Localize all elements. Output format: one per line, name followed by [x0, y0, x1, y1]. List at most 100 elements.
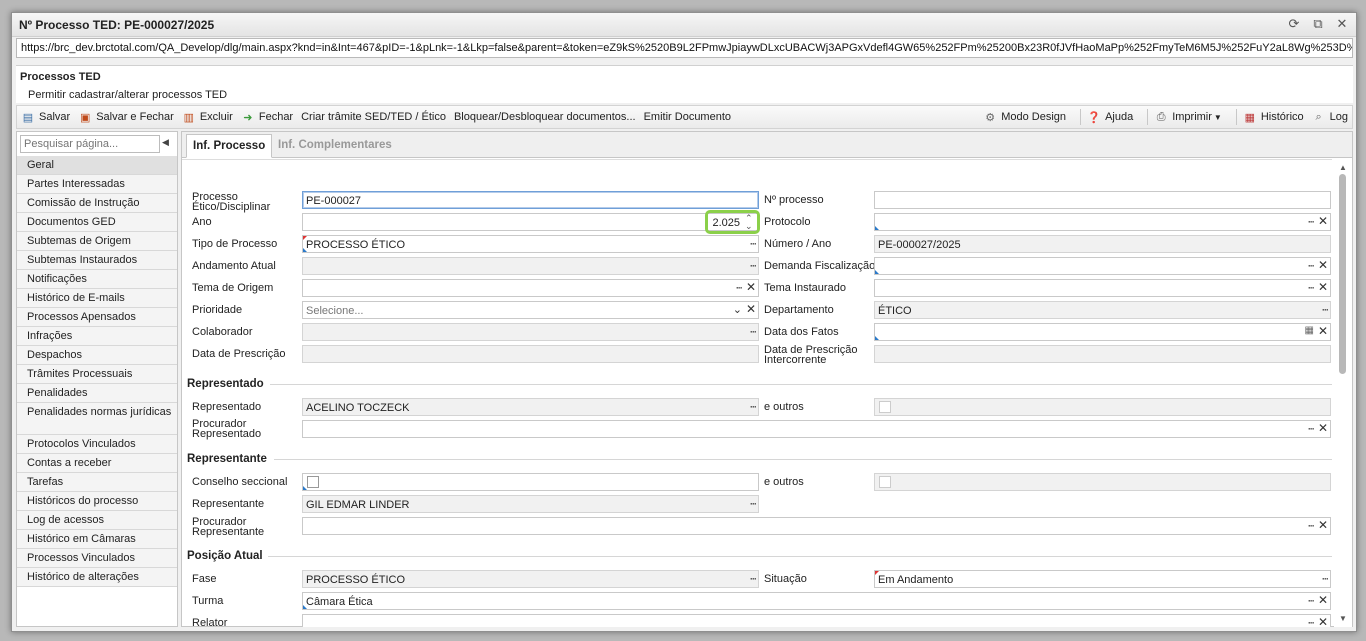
sidebar-item-penalidades-normas[interactable]: Penalidades normas jurídicas [17, 403, 177, 435]
sidebar-item-notificacoes[interactable]: Notificações [17, 270, 177, 289]
help-button[interactable]: ❓ Ajuda [1087, 110, 1133, 124]
lookup-icon[interactable]: ··· [750, 402, 757, 412]
situacao-field[interactable]: Em Andamento ··· [874, 570, 1331, 588]
sidebar-item-tramites-processuais[interactable]: Trâmites Processuais [17, 365, 177, 384]
lookup-icon[interactable]: ··· [750, 239, 757, 249]
sidebar-item-despachos[interactable]: Despachos [17, 346, 177, 365]
sidebar-item-processos-vinculados[interactable]: Processos Vinculados [17, 549, 177, 568]
delete-icon: ▥ [183, 111, 195, 124]
tipo-field[interactable]: PROCESSO ÉTICO ··· [302, 235, 759, 253]
tema-instaurado-field[interactable]: ··· ✕ [874, 279, 1331, 297]
calendar-icon[interactable]: ▦ [1304, 325, 1313, 337]
ano-field[interactable]: 2.025 [302, 213, 759, 231]
tema-origem-field[interactable]: ··· ✕ [302, 279, 759, 297]
lookup-icon[interactable]: ··· [1308, 521, 1315, 531]
conselho-field[interactable] [302, 473, 759, 491]
chevron-down-icon[interactable]: ⌄ [733, 303, 742, 316]
prioridade-value: Selecione... [306, 305, 364, 317]
sidebar-item-protocolos-vinculados[interactable]: Protocolos Vinculados [17, 435, 177, 454]
sidebar-item-tarefas[interactable]: Tarefas [17, 473, 177, 492]
save-close-button[interactable]: ▣ Salvar e Fechar [78, 110, 174, 124]
lock-docs-button[interactable]: Bloquear/Desbloquear documentos... [454, 111, 636, 123]
emit-document-button[interactable]: Emitir Documento [644, 111, 731, 123]
save-button[interactable]: ▤ Salvar [21, 110, 70, 124]
lookup-icon[interactable]: ··· [1308, 596, 1315, 606]
prioridade-select[interactable]: Selecione... ⌄ ✕ [302, 301, 759, 319]
vertical-scrollbar[interactable]: ▲ ▼ [1334, 159, 1352, 627]
sidebar-item-subtemas-origem[interactable]: Subtemas de Origem [17, 232, 177, 251]
clear-icon[interactable]: ✕ [746, 281, 756, 293]
processo-field[interactable]: PE-000027 [302, 191, 759, 209]
history-button[interactable]: ▦ Histórico [1243, 110, 1304, 124]
sidebar-item-documentos-ged[interactable]: Documentos GED [17, 213, 177, 232]
data-fatos-field[interactable]: ▦ ✕ [874, 323, 1331, 341]
scroll-down-icon[interactable]: ▼ [1339, 614, 1347, 623]
sidebar-item-subtemas-instaurados[interactable]: Subtemas Instaurados [17, 251, 177, 270]
clear-icon[interactable]: ✕ [1318, 215, 1328, 227]
lookup-icon[interactable]: ··· [1322, 305, 1329, 315]
design-mode-button[interactable]: ⚙ Modo Design [983, 110, 1066, 124]
clear-icon[interactable]: ✕ [1318, 519, 1328, 531]
print-button[interactable]: ⎙ Imprimir [1154, 110, 1212, 124]
delete-button[interactable]: ▥ Excluir [182, 110, 233, 124]
sidebar-item-processos-apensados[interactable]: Processos Apensados [17, 308, 177, 327]
lookup-icon[interactable]: ··· [736, 283, 743, 293]
relator-field[interactable]: ··· ✕ [302, 614, 1331, 627]
tab-inf-complementares[interactable]: Inf. Complementares [272, 134, 398, 158]
lookup-icon[interactable]: ··· [1322, 574, 1329, 584]
sidebar-item-historico-alteracoes[interactable]: Histórico de alterações [17, 568, 177, 587]
lookup-icon[interactable]: ··· [1308, 424, 1315, 434]
scroll-up-icon[interactable]: ▲ [1339, 163, 1347, 172]
e-outros-checkbox-2[interactable] [879, 476, 891, 488]
sidebar-item-historico-camaras[interactable]: Histórico em Câmaras [17, 530, 177, 549]
lookup-icon[interactable]: ··· [750, 261, 757, 271]
lookup-icon[interactable]: ··· [1308, 261, 1315, 271]
departamento-label: Departamento [764, 304, 834, 316]
sidebar-item-log-acessos[interactable]: Log de acessos [17, 511, 177, 530]
clear-icon[interactable]: ✕ [1318, 422, 1328, 434]
clear-icon[interactable]: ✕ [1318, 594, 1328, 606]
protocolo-field[interactable]: ··· ✕ [874, 213, 1331, 231]
refresh-icon[interactable]: ⟳ [1286, 16, 1302, 32]
sidebar: ◀ Geral Partes Interessadas Comissão de … [16, 131, 178, 627]
clear-icon[interactable]: ✕ [1318, 281, 1328, 293]
external-link-icon[interactable]: ⧉ [1310, 16, 1326, 32]
create-procedure-button[interactable]: Criar trâmite SED/TED / Ético [301, 111, 446, 123]
collapse-sidebar-icon[interactable]: ◀ [162, 137, 169, 148]
lookup-icon[interactable]: ··· [750, 327, 757, 337]
url-field[interactable]: https://brc_dev.brctotal.com/QA_Develop/… [16, 38, 1353, 58]
turma-field[interactable]: Câmara Ética ··· ✕ [302, 592, 1331, 610]
conselho-checkbox[interactable] [307, 476, 319, 488]
sidebar-item-penalidades[interactable]: Penalidades [17, 384, 177, 403]
procurador-representado-field[interactable]: ··· ✕ [302, 420, 1331, 438]
nprocesso-field[interactable] [874, 191, 1331, 209]
lookup-icon[interactable]: ··· [1308, 217, 1315, 227]
log-button[interactable]: ⌕ Log [1312, 110, 1348, 124]
print-dropdown-button[interactable]: ▼ [1214, 113, 1222, 122]
close-icon[interactable]: ✕ [1334, 16, 1350, 32]
lookup-icon[interactable]: ··· [1308, 283, 1315, 293]
sidebar-item-geral[interactable]: Geral [17, 156, 177, 175]
processo-label: Processo Ético/Disciplinar [192, 191, 271, 213]
sidebar-item-contas-receber[interactable]: Contas a receber [17, 454, 177, 473]
sidebar-item-infracoes[interactable]: Infrações [17, 327, 177, 346]
data-prescricao-intercorrente-label: Data de Prescrição Intercorrente [764, 344, 858, 366]
lookup-icon[interactable]: ··· [750, 574, 757, 584]
clear-icon[interactable]: ✕ [1318, 616, 1328, 627]
tab-inf-processo[interactable]: Inf. Processo [186, 134, 273, 158]
scrollbar-thumb[interactable] [1339, 174, 1346, 374]
sidebar-item-historicos-processo[interactable]: Históricos do processo [17, 492, 177, 511]
demanda-field[interactable]: ··· ✕ [874, 257, 1331, 275]
lookup-icon[interactable]: ··· [750, 499, 757, 509]
sidebar-item-historico-emails[interactable]: Histórico de E-mails [17, 289, 177, 308]
e-outros-checkbox[interactable] [879, 401, 891, 413]
close-button[interactable]: ➜ Fechar [241, 110, 293, 124]
procurador-representante-field[interactable]: ··· ✕ [302, 517, 1331, 535]
clear-icon[interactable]: ✕ [746, 303, 756, 316]
sidebar-item-partes-interessadas[interactable]: Partes Interessadas [17, 175, 177, 194]
sidebar-item-comissao-instrucao[interactable]: Comissão de Instrução [17, 194, 177, 213]
clear-icon[interactable]: ✕ [1318, 259, 1328, 271]
search-input[interactable] [20, 135, 160, 153]
lookup-icon[interactable]: ··· [1308, 618, 1315, 627]
clear-icon[interactable]: ✕ [1318, 325, 1328, 337]
